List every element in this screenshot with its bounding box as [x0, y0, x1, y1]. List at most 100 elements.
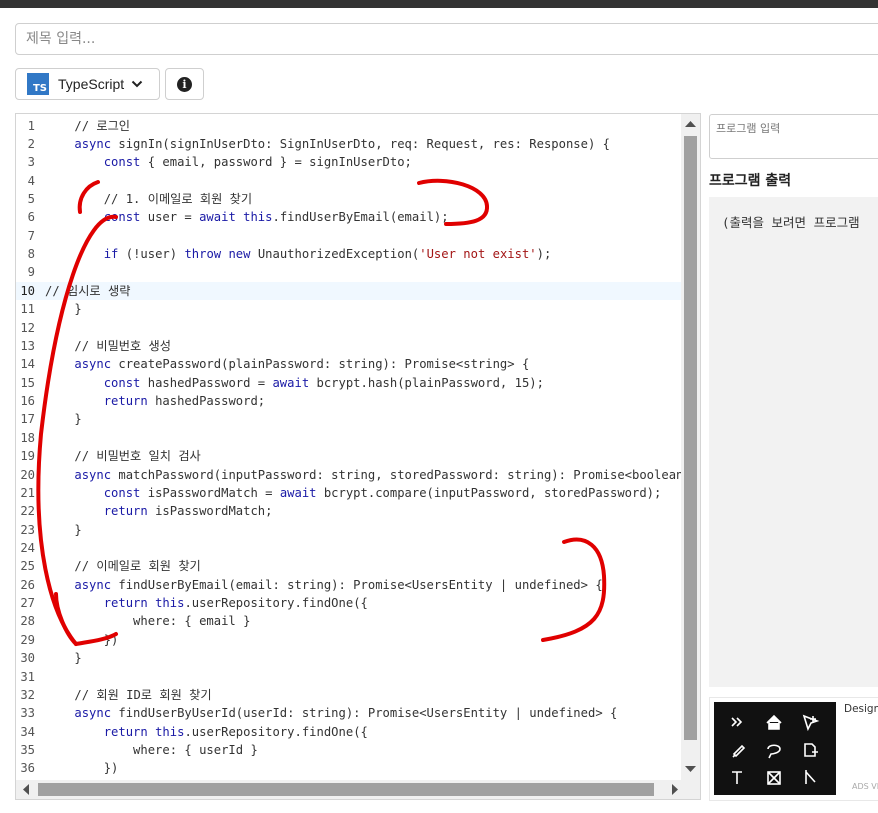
scroll-up-arrow-icon[interactable]: [685, 120, 696, 128]
line-number: 32: [20, 687, 35, 702]
line-number: 34: [20, 724, 35, 739]
code-line[interactable]: 34 return this.userRepository.findOne({: [16, 723, 683, 741]
code-text: }): [45, 761, 119, 776]
output-text: (출력을 보려면 프로그램: [722, 215, 860, 230]
code-text: }: [45, 412, 82, 427]
code-line[interactable]: 15 const hashedPassword = await bcrypt.h…: [16, 374, 683, 392]
code-line[interactable]: 25 // 이메일로 회원 찾기: [16, 557, 683, 575]
code-text: // 임시로 생략: [45, 283, 131, 298]
line-number: 27: [20, 596, 35, 611]
code-line[interactable]: 6 const user = await this.findUserByEmai…: [16, 208, 683, 226]
code-line[interactable]: 22 return isPasswordMatch;: [16, 502, 683, 520]
line-number: 35: [20, 743, 35, 758]
code-line[interactable]: 8 if (!user) throw new UnauthorizedExcep…: [16, 245, 683, 263]
info-icon: i: [177, 76, 192, 92]
line-number: 12: [20, 320, 35, 335]
code-text: async findUserByUserId(userId: string): …: [74, 706, 618, 721]
line-number: 11: [20, 302, 35, 317]
line-number: 16: [20, 394, 35, 409]
line-number: 18: [20, 430, 35, 445]
code-line[interactable]: 11 }: [16, 300, 683, 318]
code-line[interactable]: 7: [16, 227, 683, 245]
code-line[interactable]: 31: [16, 668, 683, 686]
code-area[interactable]: 1 // 로그인 2 async signIn(signInUserDto: Si…: [16, 114, 683, 782]
line-number: 28: [20, 614, 35, 629]
line-number: 5: [27, 191, 35, 206]
title-input[interactable]: [15, 23, 878, 55]
code-line[interactable]: 18: [16, 429, 683, 447]
code-text: if (!user) throw new UnauthorizedExcepti…: [103, 247, 552, 262]
code-line[interactable]: 21 const isPasswordMatch = await bcrypt.…: [16, 484, 683, 502]
program-input-placeholder: 프로그램 입력: [716, 122, 781, 135]
chevron-down-icon: [131, 80, 143, 88]
code-text: where: { email }: [45, 614, 251, 629]
code-line[interactable]: 29 }): [16, 631, 683, 649]
line-number: 1: [27, 118, 35, 133]
code-line[interactable]: 12: [16, 319, 683, 337]
code-line[interactable]: 23 }: [16, 521, 683, 539]
horizontal-scroll-thumb[interactable]: [38, 783, 654, 796]
ad-design-label[interactable]: Design: [844, 703, 878, 715]
code-text: return isPasswordMatch;: [103, 504, 273, 519]
code-line[interactable]: 28 where: { email }: [16, 612, 683, 630]
code-line[interactable]: 32 // 회원 ID로 회원 찾기: [16, 686, 683, 704]
line-number: 20: [20, 467, 35, 482]
line-number: 7: [27, 228, 35, 243]
code-line[interactable]: 27 return this.userRepository.findOne({: [16, 594, 683, 612]
vertical-scrollbar[interactable]: [681, 114, 700, 782]
line-number: 9: [27, 265, 35, 280]
language-select[interactable]: TS TypeScript: [15, 68, 160, 100]
typescript-icon: TS: [27, 73, 49, 95]
code-text: const user = await this.findUserByEmail(…: [103, 210, 449, 225]
line-number: 3: [27, 155, 35, 170]
line-number: 25: [20, 559, 35, 574]
ad-tool-icons-image[interactable]: [714, 702, 836, 795]
language-label: TypeScript: [58, 76, 125, 92]
info-button[interactable]: i: [165, 68, 204, 100]
ad-banner[interactable]: Design ADS VI: [709, 697, 878, 801]
line-number: 36: [20, 761, 35, 776]
code-line[interactable]: 16 return hashedPassword;: [16, 392, 683, 410]
code-line[interactable]: 24: [16, 539, 683, 557]
code-text: return this.userRepository.findOne({: [103, 596, 368, 611]
code-line[interactable]: 19 // 비밀번호 일치 검사: [16, 447, 683, 465]
code-text: async createPassword(plainPassword: stri…: [74, 357, 530, 372]
scroll-down-arrow-icon[interactable]: [685, 765, 696, 773]
code-line[interactable]: 1 // 로그인: [16, 117, 683, 135]
line-number: 22: [20, 504, 35, 519]
vertical-scroll-thumb[interactable]: [684, 136, 697, 740]
scroll-right-arrow-icon[interactable]: [671, 784, 679, 795]
code-text: async findUserByEmail(email: string): Pr…: [74, 577, 603, 592]
top-bar: [0, 0, 878, 8]
line-number: 2: [27, 136, 35, 151]
code-line[interactable]: 30 }: [16, 649, 683, 667]
line-number: 4: [27, 173, 35, 188]
code-line[interactable]: 26 async findUserByEmail(email: string):…: [16, 576, 683, 594]
line-number: 17: [20, 412, 35, 427]
code-line[interactable]: 33 async findUserByUserId(userId: string…: [16, 704, 683, 722]
line-number: 33: [20, 706, 35, 721]
program-input[interactable]: 프로그램 입력: [709, 114, 878, 159]
code-line[interactable]: 2 async signIn(signInUserDto: SignInUser…: [16, 135, 683, 153]
code-line[interactable]: 17 }: [16, 410, 683, 428]
scroll-left-arrow-icon[interactable]: [22, 784, 30, 795]
ad-via-label: ADS VI: [852, 782, 878, 791]
code-line[interactable]: 3 const { email, password } = signInUser…: [16, 153, 683, 171]
line-number: 21: [20, 485, 35, 500]
code-line[interactable]: 4: [16, 172, 683, 190]
code-text: const isPasswordMatch = await bcrypt.com…: [103, 485, 662, 500]
code-line[interactable]: 36 }): [16, 759, 683, 777]
code-line[interactable]: 9: [16, 263, 683, 281]
line-number: 8: [27, 247, 35, 262]
code-line[interactable]: 20 async matchPassword(inputPassword: st…: [16, 466, 683, 484]
code-line[interactable]: 13 // 비밀번호 생성: [16, 337, 683, 355]
code-text: }: [45, 522, 82, 537]
code-editor[interactable]: 1 // 로그인 2 async signIn(signInUserDto: Si…: [15, 113, 701, 800]
line-number: 29: [20, 632, 35, 647]
code-line[interactable]: 5 // 1. 이메일로 회원 찾기: [16, 190, 683, 208]
code-line[interactable]: 35 where: { userId }: [16, 741, 683, 759]
horizontal-scrollbar[interactable]: [16, 780, 700, 799]
code-line[interactable]: 10 // 임시로 생략: [16, 281, 683, 301]
code-line[interactable]: 14 async createPassword(plainPassword: s…: [16, 355, 683, 373]
line-number: 14: [20, 357, 35, 372]
